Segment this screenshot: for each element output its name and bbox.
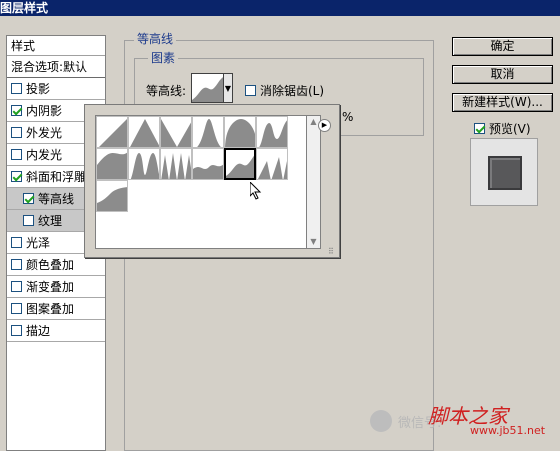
blend-options-item[interactable]: 混合选项:默认: [7, 56, 105, 78]
contour-thumbnail[interactable]: [191, 73, 224, 103]
contour-preset-grid: [95, 115, 307, 249]
contour-preset-cone[interactable]: [128, 116, 160, 148]
style-checkbox[interactable]: [11, 171, 22, 182]
style-item-label: 外发光: [26, 125, 63, 140]
contour-preset-rolling-slope[interactable]: [192, 148, 224, 180]
contour-dropdown-arrow[interactable]: ▼: [224, 73, 233, 103]
contour-preset-gaussian[interactable]: [192, 116, 224, 148]
contour-preset-half-round[interactable]: [224, 116, 256, 148]
style-item-label: 颜色叠加: [26, 257, 75, 272]
style-checkbox[interactable]: [23, 193, 34, 204]
elements-group-title: 图素: [148, 51, 179, 65]
preview-option[interactable]: 预览(V): [474, 120, 531, 137]
style-checkbox[interactable]: [11, 105, 22, 116]
style-checkbox[interactable]: [11, 259, 22, 270]
cancel-button[interactable]: 取消: [452, 65, 553, 84]
style-item[interactable]: 投影: [7, 78, 105, 100]
style-item-label: 图案叠加: [26, 301, 75, 316]
style-item-label: 描边: [26, 323, 51, 338]
style-item[interactable]: 描边: [7, 320, 105, 342]
style-item-label: 纹理: [38, 213, 63, 228]
preview-swatch: [488, 156, 522, 190]
style-item[interactable]: 图案叠加: [7, 298, 105, 320]
style-preview: [470, 138, 538, 206]
style-checkbox[interactable]: [11, 237, 22, 248]
wechat-icon: [370, 410, 392, 432]
contour-label: 等高线:: [146, 84, 187, 98]
preview-label: 预览(V): [489, 122, 531, 136]
style-item-label: 等高线: [38, 191, 75, 206]
picker-scrollbar[interactable]: ▲ ▼: [307, 115, 321, 249]
contour-preset-sawtooth[interactable]: [256, 148, 288, 180]
contour-group-title: 等高线: [134, 32, 177, 46]
contour-preset-double-ring[interactable]: [128, 148, 160, 180]
contour-preset-triple-ring[interactable]: [160, 148, 192, 180]
antialias-label: 消除锯齿(L): [260, 84, 325, 98]
dialog-title: 图层样式: [0, 0, 560, 16]
style-item-label: 渐变叠加: [26, 279, 75, 294]
contour-preset-rounded-steps[interactable]: [224, 148, 256, 180]
styles-header[interactable]: 样式: [7, 36, 105, 56]
contour-preset-cove-deep[interactable]: [96, 148, 128, 180]
new-style-button[interactable]: 新建样式(W)...: [452, 93, 553, 112]
style-item-label: 光泽: [26, 235, 51, 250]
contour-thumbnail-shape: [192, 77, 223, 102]
style-item-label: 投影: [26, 81, 51, 96]
style-checkbox[interactable]: [11, 127, 22, 138]
contour-preset-linear[interactable]: [96, 116, 128, 148]
range-percent-unit: %: [342, 110, 354, 124]
style-checkbox[interactable]: [11, 303, 22, 314]
contour-preset-ring[interactable]: [256, 116, 288, 148]
style-checkbox[interactable]: [11, 83, 22, 94]
contour-picker-popup: ▲ ▼ ▶ ⠿: [84, 104, 340, 258]
watermark-url: www.jb51.net: [470, 424, 546, 437]
scroll-down-icon[interactable]: ▼: [307, 236, 320, 248]
style-checkbox[interactable]: [11, 281, 22, 292]
style-item-label: 斜面和浮雕: [26, 169, 87, 184]
style-checkbox[interactable]: [11, 149, 22, 160]
style-checkbox[interactable]: [23, 215, 34, 226]
ok-button[interactable]: 确定: [452, 37, 553, 56]
contour-preset-cone-inverted[interactable]: [160, 116, 192, 148]
style-item-label: 内阴影: [26, 103, 63, 118]
resize-grip[interactable]: ⠿: [328, 247, 334, 256]
antialias-option[interactable]: 消除锯齿(L): [245, 82, 324, 99]
style-item-label: 内发光: [26, 147, 63, 162]
preview-checkbox[interactable]: [474, 123, 485, 134]
style-checkbox[interactable]: [11, 325, 22, 336]
picker-menu-button[interactable]: ▶: [318, 119, 331, 132]
contour-preset-cove-shallow[interactable]: [96, 180, 128, 212]
antialias-checkbox[interactable]: [245, 85, 256, 96]
style-item[interactable]: 渐变叠加: [7, 276, 105, 298]
arrow-cursor-icon: [249, 180, 262, 203]
